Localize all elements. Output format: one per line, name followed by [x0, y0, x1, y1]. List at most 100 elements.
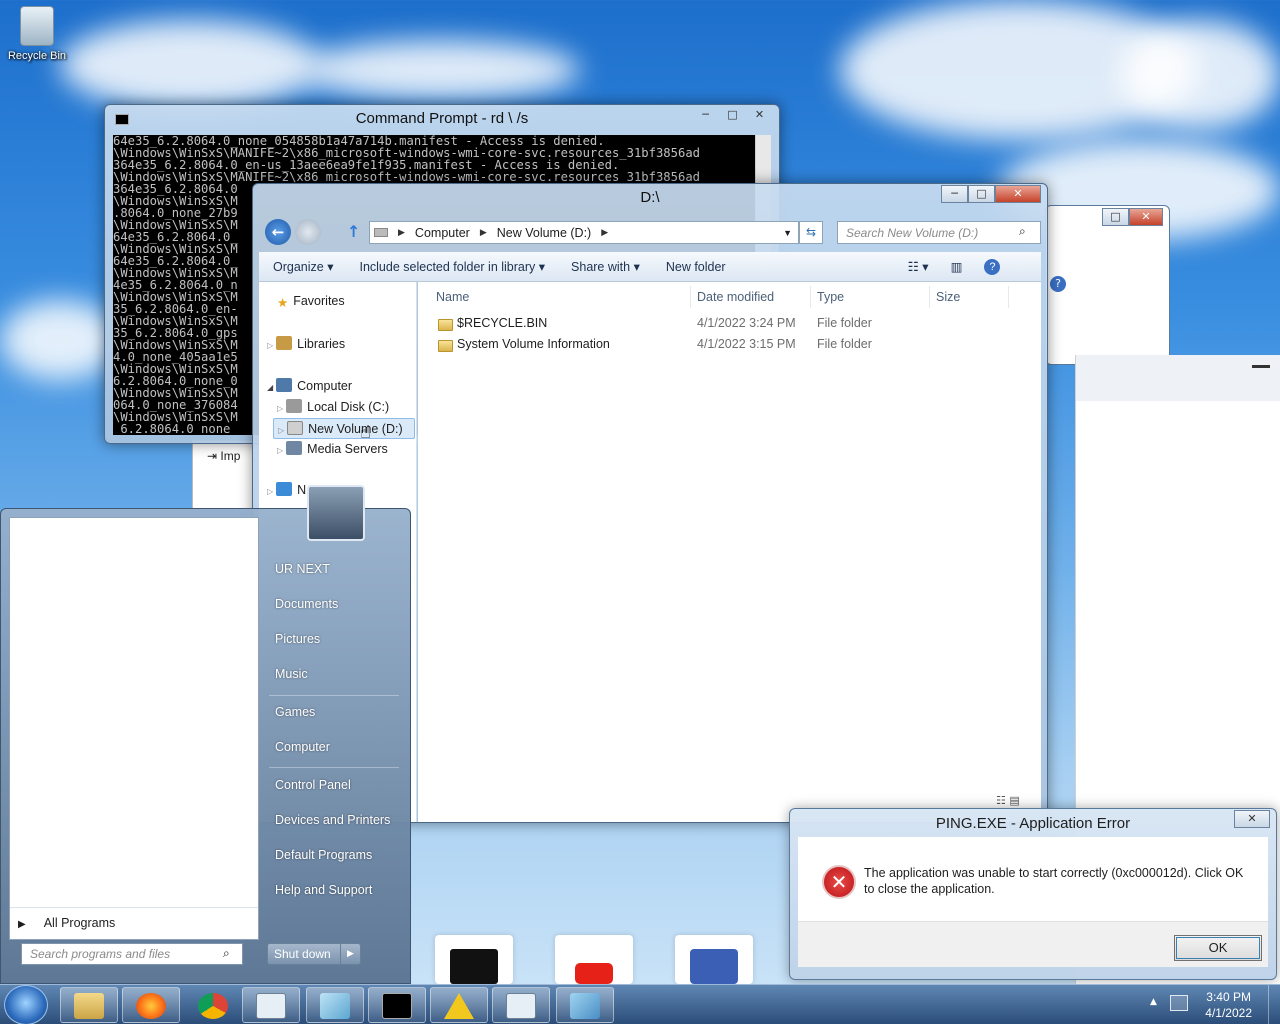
new-folder-button[interactable]: New folder [666, 260, 726, 274]
start-item-music[interactable]: Music [275, 667, 308, 681]
taskbar-clock[interactable]: 3:40 PM 4/1/2022 [1205, 989, 1252, 1021]
taskbar-notepad[interactable] [306, 987, 364, 1023]
back-button[interactable]: ← [265, 219, 291, 245]
cmd-close-button[interactable]: ✕ [746, 106, 773, 124]
dialog-title: PING.EXE - Application Error [935, 815, 1131, 832]
show-hidden-icons-button[interactable]: ▲ [1150, 997, 1157, 1007]
breadcrumb-new-volume[interactable]: New Volume (D:) [497, 226, 591, 240]
taskbar-control-panel[interactable] [556, 987, 614, 1023]
nav-local-disk[interactable]: ▷ Local Disk (C:) [277, 399, 389, 414]
taskbar-app-window[interactable] [242, 987, 300, 1023]
expand-icon[interactable]: ▷ [277, 446, 283, 455]
taskbar-warning-app[interactable] [430, 987, 488, 1023]
nav-media-servers[interactable]: ▷ Media Servers [277, 441, 388, 456]
address-dropdown-icon[interactable]: ▼ [783, 228, 792, 238]
firefox-icon [136, 993, 166, 1019]
clock-time: 3:40 PM [1206, 990, 1251, 1004]
start-item-default-programs[interactable]: Default Programs [275, 848, 372, 862]
bg-close-button[interactable]: ✕ [1129, 208, 1163, 226]
start-item-control-panel[interactable]: Control Panel [275, 778, 351, 792]
recycle-bin-desktop-icon[interactable]: Recycle Bin [4, 6, 70, 62]
mouse-cursor-icon: ☝ [360, 422, 371, 443]
share-with-button[interactable]: Share with ▾ [571, 259, 640, 274]
folder-icon [438, 340, 453, 352]
search-icon[interactable]: ⌕ [1019, 224, 1026, 239]
arrow-right-icon: ▶ [18, 919, 26, 930]
search-input[interactable]: Search New Volume (D:) [837, 221, 1041, 244]
drive-d-icon [287, 421, 304, 435]
dialog-message: The application was unable to start corr… [864, 866, 1244, 896]
details-view-icon[interactable]: ☷ ▤ [996, 794, 1020, 807]
expand-icon[interactable]: ▷ [278, 426, 284, 435]
import-label[interactable]: ⇥ Imp [207, 449, 240, 463]
clock-date: 4/1/2022 [1205, 1006, 1252, 1020]
taskbar-explorer[interactable] [60, 987, 118, 1023]
cmd-minimize-button[interactable]: ─ [692, 106, 719, 124]
file-row[interactable]: System Volume Information 4/1/2022 3:15 … [418, 334, 1041, 355]
taskbar-chrome[interactable] [184, 987, 242, 1023]
show-desktop-button[interactable] [1268, 985, 1280, 1024]
background-window[interactable]: □ ✕ ? [1045, 205, 1170, 365]
start-item-games[interactable]: Games [275, 705, 315, 719]
explorer-maximize-button[interactable]: □ [968, 185, 995, 203]
shortcut-tile[interactable] [675, 935, 753, 984]
user-avatar[interactable] [307, 485, 365, 541]
all-programs-button[interactable]: ▶ All Programs [18, 916, 115, 930]
shortcut-tile[interactable] [435, 935, 513, 984]
taskbar-firefox[interactable] [122, 987, 180, 1023]
column-size[interactable]: Size [936, 290, 960, 304]
ok-button[interactable]: OK [1174, 935, 1262, 961]
collapse-icon[interactable]: ◢ [267, 383, 273, 392]
up-button[interactable]: ↑ [347, 222, 360, 241]
forward-button[interactable] [295, 219, 321, 245]
youtube-icon [575, 963, 613, 984]
minimize-icon[interactable] [1252, 365, 1270, 368]
nav-libraries[interactable]: ▷ Libraries [267, 336, 345, 351]
taskbar-cmd[interactable] [368, 987, 426, 1023]
column-type[interactable]: Type [817, 290, 844, 304]
start-search-input[interactable]: Search programs and files [21, 943, 243, 965]
view-options-icon[interactable]: ☷ ▾ [908, 259, 929, 274]
start-item-help-support[interactable]: Help and Support [275, 883, 372, 897]
help-icon[interactable]: ? [984, 258, 1001, 275]
taskbar-app-window-2[interactable] [492, 987, 550, 1023]
shortcut-tile[interactable] [555, 935, 633, 984]
start-item-documents[interactable]: Documents [275, 597, 338, 611]
breadcrumb-computer[interactable]: Computer [415, 226, 470, 240]
start-item-computer[interactable]: Computer [275, 740, 330, 754]
start-item-devices-printers[interactable]: Devices and Printers [275, 813, 390, 827]
nav-computer[interactable]: ◢ Computer [267, 378, 352, 393]
shutdown-options-button[interactable]: ▶ [340, 943, 361, 965]
network-tray-icon[interactable] [1170, 995, 1188, 1011]
expand-icon[interactable]: ▷ [267, 487, 273, 496]
expand-icon[interactable]: ▷ [277, 404, 283, 413]
error-icon: ✕ [822, 865, 856, 899]
include-in-library-button[interactable]: Include selected folder in library ▾ [359, 259, 545, 274]
dialog-close-button[interactable]: ✕ [1234, 810, 1270, 828]
start-programs-list: ▶ All Programs [9, 517, 259, 940]
cmd-maximize-button[interactable]: □ [719, 106, 746, 124]
cmd-title: Command Prompt - rd \ /s [355, 110, 529, 127]
nav-new-volume[interactable]: ▷ New Volume (D:) [273, 418, 415, 439]
refresh-button[interactable]: ⇆ [799, 221, 823, 244]
file-row[interactable]: $RECYCLE.BIN 4/1/2022 3:24 PM File folde… [418, 313, 1041, 334]
nav-network[interactable]: ▷ N [267, 482, 306, 497]
preview-pane-icon[interactable]: ▥ [951, 259, 963, 274]
start-button[interactable] [4, 985, 48, 1024]
expand-icon[interactable]: ▷ [267, 341, 273, 350]
window-icon [506, 993, 536, 1019]
ping-error-dialog[interactable]: PING.EXE - Application Error ✕ ✕ The app… [789, 808, 1277, 980]
explorer-minimize-button[interactable]: ─ [941, 185, 968, 203]
nav-favorites[interactable]: ★ Favorites [277, 294, 345, 310]
network-icon [276, 482, 293, 496]
organize-button[interactable]: Organize ▾ [273, 259, 333, 274]
column-date-modified[interactable]: Date modified [697, 290, 774, 304]
address-bar[interactable]: ▶ Computer ▶ New Volume (D:) ▶ ▼ [369, 221, 799, 244]
start-item-pictures[interactable]: Pictures [275, 632, 320, 646]
bg-maximize-button[interactable]: □ [1102, 208, 1129, 226]
column-name[interactable]: Name [436, 290, 469, 304]
start-item-user[interactable]: UR NEXT [275, 562, 330, 576]
folder-icon [438, 319, 453, 331]
explorer-close-button[interactable]: ✕ [995, 185, 1041, 203]
help-icon[interactable]: ? [1050, 276, 1066, 292]
